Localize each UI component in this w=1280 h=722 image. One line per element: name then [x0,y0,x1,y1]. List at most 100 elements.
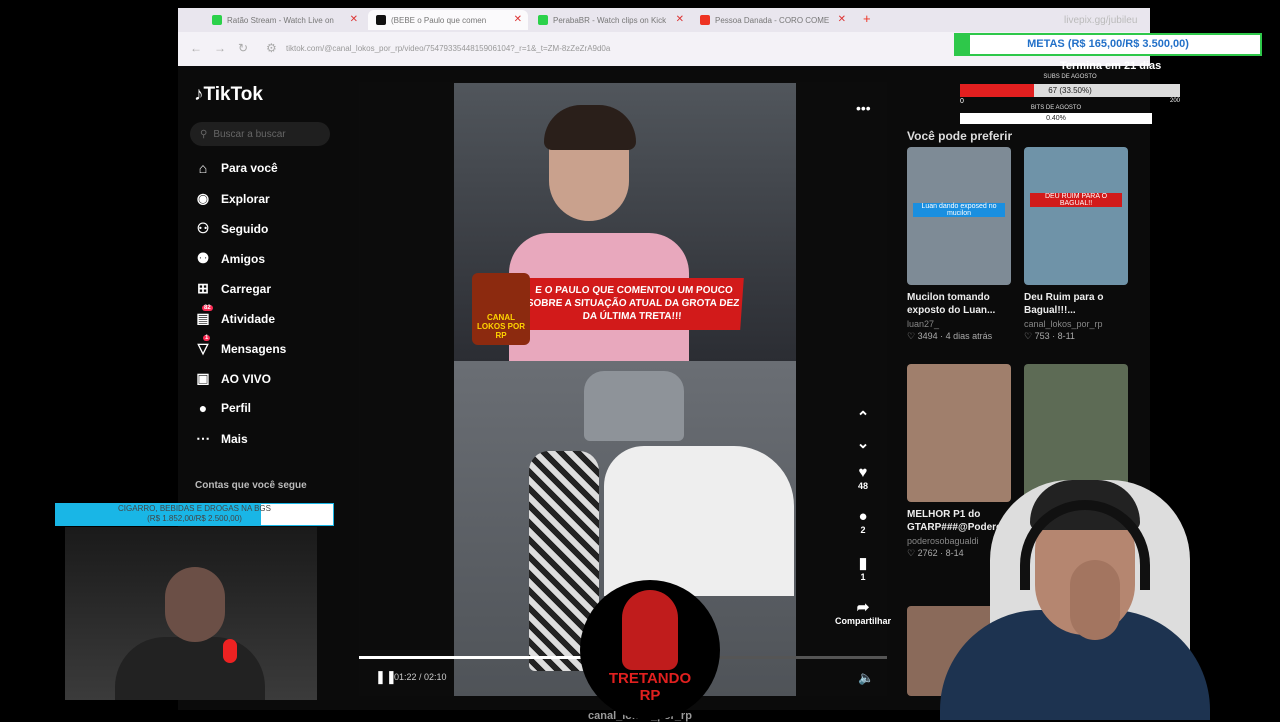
recommended-card[interactable]: Luan dando exposed no mucilon Mucilon to… [907,147,1011,342]
like-button[interactable]: ♥ 48 [833,464,893,491]
profile-icon: ● [198,400,208,416]
kick-icon [212,15,222,25]
video-thumbnail: DEU RUIM PARA O BAGUAL!! [1024,147,1128,285]
close-icon[interactable]: ✕ [676,14,684,25]
video-progress-fill [359,656,581,659]
tab-title: Ratão Stream - Watch Live on [227,15,334,25]
back-icon[interactable]: ← [190,41,202,55]
site-settings-icon[interactable]: ⚙ [266,41,277,55]
streamer-link: livepix.gg/jubileu [1064,15,1138,26]
webcam-person-face [165,567,225,642]
card-author: canal_lokos_por_rp [1024,319,1103,329]
tiktok-logo[interactable]: ♪TikTok [194,84,263,106]
bits-label: BITS DE AGOSTO [1030,105,1082,111]
youtube-icon [700,15,710,25]
messages-icon: ▽ 1 [197,335,211,356]
url-field[interactable]: tiktok.com/@canal_lokos_por_rp/video/754… [286,44,610,53]
comment-button[interactable]: ● 2 [833,508,893,535]
subs-max: 200 [1170,98,1181,104]
thumbnail-caption: Luan dando exposed no mucilon [913,203,1005,217]
cigar-value: (R$ 1.852,00/R$ 2.500,00) [147,514,242,523]
card-author: luan27_ [907,319,940,329]
notification-badge: 82 [202,305,213,311]
video-thumbnail: Luan dando exposed no mucilon [907,147,1011,285]
subs-text: 67 (33.50%) [1048,86,1092,95]
bookmark-icon: ▮ [858,555,868,572]
video-caption-banner: E O PAULO QUE COMENTOU UM POUCO SOBRE A … [522,278,744,330]
tiktok-note-icon: ♪ [194,84,204,105]
bits-text: 0.40% [1046,115,1066,122]
reload-icon[interactable]: ↻ [238,41,248,55]
upload-icon: ⊞ [197,280,209,296]
home-icon: ⌂ [198,160,208,176]
tab-title: PerabaBR - Watch clips on Kick [553,15,667,25]
tab-pessoa-danada[interactable]: Pessoa Danada - CORO COME ✕ [692,10,852,30]
card-title: Mucilon tomando exposto do Luan... [907,292,996,316]
video-person-hair [544,105,636,150]
share-button[interactable]: ➦ Compartilhar [833,598,893,626]
metas-fill [956,35,971,54]
subs-label: SUBS DE AGOSTO [1043,74,1097,80]
game-car-grey [584,371,684,441]
comment-icon: ● [858,508,868,525]
tab-title: (BEBE o Paulo que comen [391,15,487,25]
live-icon: ▣ [196,370,210,386]
notification-badge: 1 [203,335,211,341]
following-icon: ⚇ [196,220,210,236]
nav-amigos[interactable]: ⚉ Amigos [194,250,265,267]
webcam-right [940,470,1210,720]
nav-carregar[interactable]: ⊞ Carregar [194,280,271,297]
more-options-icon[interactable]: ••• [856,100,871,116]
canal-lokos-logo: CANAL LOKOS POR RP [472,273,530,345]
tretando-text: TRETANDO RP [608,670,692,704]
nav-atividade[interactable]: ▤ 82 Atividade [194,305,275,327]
nav-explorar[interactable]: ◉ Explorar [194,190,270,207]
tab-tiktok[interactable]: (BEBE o Paulo que comen ✕ [368,10,528,30]
forward-icon[interactable]: → [214,41,226,55]
webcam-left [65,527,317,700]
webcam-person-body [115,637,265,700]
nav-para-voce[interactable]: ⌂ Para você [194,160,278,176]
bits-goal-bar: 0.40% [960,113,1152,124]
game-car-white [604,446,794,596]
cigar-text: CIGARRO, BEBIDAS E DROGAS NA BGS [118,504,271,513]
subs-goal-bar: 67 (33.50%) [960,84,1180,97]
red-hand-icon [622,590,678,670]
nav-mensagens[interactable]: ▽ 1 Mensagens [194,335,286,357]
recommended-card[interactable]: DEU RUIM PARA O BAGUAL!! Deu Ruim para o… [1024,147,1128,342]
streamer-hand [1070,560,1120,640]
tab-bar: Ratão Stream - Watch Live on ✕ (BEBE o P… [178,8,1150,32]
close-icon[interactable]: ✕ [350,14,358,25]
new-tab-button[interactable]: + [863,11,871,26]
subs-fill [960,84,1034,97]
metas-text: METAS (R$ 165,00/R$ 3.500,00) [1027,38,1189,50]
tab-title: Pessoa Danada - CORO COME [715,15,830,25]
tab-ratao-stream[interactable]: Ratão Stream - Watch Live on ✕ [204,10,364,30]
search-input[interactable]: ⚲ Buscar a buscar [190,122,330,146]
share-icon: ➦ [856,599,870,616]
metas-goal-bar: METAS (R$ 165,00/R$ 3.500,00) [954,33,1262,56]
close-icon[interactable]: ✕ [514,14,522,25]
card-stats: ♡ 753 · 8-11 [1024,331,1075,341]
activity-icon: ▤ 82 [196,305,213,326]
friends-icon: ⚉ [196,250,210,266]
heart-icon: ♥ [858,464,868,481]
scroll-up-icon[interactable]: ⌃ [833,408,893,426]
nav-ao-vivo[interactable]: ▣ AO VIVO [194,370,271,387]
tab-perababr[interactable]: PerabaBR - Watch clips on Kick ✕ [530,10,690,30]
goal-deadline: Termina em 21 dias [1060,60,1162,72]
save-button[interactable]: ▮ 1 [833,554,893,582]
card-title: Deu Ruim para o Bagual!!!... [1024,292,1104,316]
subs-min: 0 [960,98,964,105]
tretando-rp-logo: TRETANDO RP [580,580,720,720]
nav-perfil[interactable]: ● Perfil [194,400,251,416]
close-icon[interactable]: ✕ [838,14,846,25]
scroll-down-icon[interactable]: ⌄ [833,434,893,452]
compass-icon: ◉ [196,190,210,206]
webcam-red-light [223,639,237,663]
card-stats: ♡ 3494 · 4 dias atrás [907,331,993,341]
nav-seguido[interactable]: ⚇ Seguido [194,220,269,237]
video-time: 01:22 / 02:10 [394,672,447,682]
nav-mais[interactable]: ⋯ Mais [194,430,248,447]
volume-icon[interactable]: 🔈 [858,670,874,686]
